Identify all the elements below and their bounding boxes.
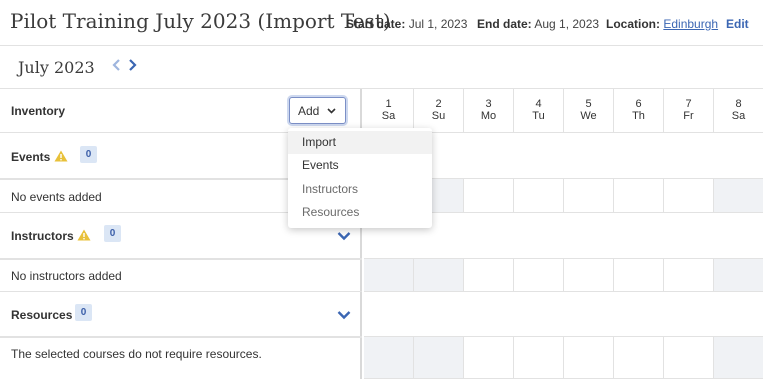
edit-link[interactable]: Edit [726, 17, 749, 31]
grid-cell[interactable] [714, 337, 763, 379]
instructors-label: Instructors [11, 229, 74, 243]
inventory-label: Inventory [11, 104, 66, 118]
day-number: 1 [385, 98, 392, 110]
day-of-week: Th [632, 110, 645, 122]
inventory-header-row: Inventory Add [0, 89, 362, 133]
grid-cell[interactable] [464, 259, 514, 292]
location-label: Location: [606, 17, 660, 31]
resources-label: Resources [11, 308, 73, 322]
warning-icon [77, 229, 91, 241]
chevron-right-icon[interactable] [127, 58, 137, 75]
grid-cell[interactable] [614, 337, 664, 379]
events-label: Events [11, 150, 51, 164]
chevron-down-icon [327, 108, 336, 114]
day-number: 4 [535, 98, 542, 110]
events-count-badge: 0 [80, 146, 97, 163]
grid-cell[interactable] [464, 179, 514, 213]
instructors-count-badge: 0 [104, 225, 121, 242]
grid-section-row [364, 292, 763, 337]
day-header: 1 Sa [364, 89, 414, 133]
events-empty-text: No events added [11, 190, 102, 204]
grid-cell[interactable] [614, 259, 664, 292]
day-of-week: Mo [480, 110, 497, 122]
menu-item-events[interactable]: Events [288, 154, 432, 177]
end-date-label: End date: [477, 17, 532, 31]
day-number: 6 [635, 98, 642, 110]
page-title: Pilot Training July 2023 (Import Test) [10, 9, 391, 33]
grid-cell[interactable] [664, 259, 714, 292]
day-header: 6 Th [614, 89, 664, 133]
day-of-week: We [580, 110, 597, 122]
grid-cell[interactable] [364, 337, 414, 379]
page-header: Pilot Training July 2023 (Import Test) S… [0, 0, 763, 46]
location-link[interactable]: Edinburgh [663, 17, 718, 31]
start-date-label: Start date: [346, 17, 406, 31]
day-header: 8 Sa [714, 89, 763, 133]
menu-item-instructors[interactable]: Instructors [288, 178, 432, 201]
resources-section-header[interactable]: Resources 0 [0, 292, 362, 337]
day-of-week: Tu [532, 110, 545, 122]
day-number: 3 [485, 98, 492, 110]
month-title: July 2023 [18, 58, 95, 77]
start-date: Start date: Jul 1, 2023 [346, 17, 467, 31]
day-header: 3 Mo [464, 89, 514, 133]
grid-cell[interactable] [614, 179, 664, 213]
resources-empty-text: The selected courses do not require reso… [11, 347, 262, 361]
day-of-week: Fr [683, 110, 694, 122]
day-number: 7 [685, 98, 692, 110]
start-date-value: Jul 1, 2023 [408, 17, 468, 31]
grid-cell[interactable] [564, 179, 614, 213]
day-header: 5 We [564, 89, 614, 133]
grid-cell[interactable] [464, 337, 514, 379]
resources-count-badge: 0 [75, 304, 92, 321]
month-bar: July 2023 [0, 46, 763, 89]
day-header: 7 Fr [664, 89, 714, 133]
day-number: 2 [435, 98, 442, 110]
warning-icon [54, 150, 68, 162]
day-header: 2 Su [414, 89, 464, 133]
menu-item-resources[interactable]: Resources [288, 201, 432, 224]
grid-cell[interactable] [414, 337, 464, 379]
resources-empty-row: The selected courses do not require reso… [0, 337, 362, 379]
chevron-down-icon[interactable] [337, 231, 351, 241]
grid-cell[interactable] [364, 259, 414, 292]
grid-cell[interactable] [564, 337, 614, 379]
day-number: 5 [585, 98, 592, 110]
grid-cell[interactable] [514, 259, 564, 292]
location: Location: Edinburgh [606, 17, 718, 31]
add-button-label: Add [298, 104, 320, 118]
grid-cell[interactable] [564, 259, 614, 292]
grid-cell[interactable] [414, 259, 464, 292]
instructors-empty-row: No instructors added [0, 259, 362, 292]
chevron-down-icon[interactable] [337, 310, 351, 320]
day-of-week: Su [431, 110, 446, 122]
day-number: 8 [735, 98, 742, 110]
grid-cell[interactable] [664, 337, 714, 379]
end-date: End date: Aug 1, 2023 [477, 17, 599, 31]
grid-cell[interactable] [714, 259, 763, 292]
grid-cell[interactable] [514, 337, 564, 379]
add-dropdown-menu: Import Events Instructors Resources [288, 128, 432, 228]
day-of-week: Sa [381, 110, 396, 122]
grid-cell[interactable] [514, 179, 564, 213]
chevron-left-icon[interactable] [112, 58, 122, 75]
grid-cell[interactable] [714, 179, 763, 213]
day-of-week: Sa [731, 110, 746, 122]
menu-item-import[interactable]: Import [288, 131, 432, 154]
end-date-value: Aug 1, 2023 [534, 17, 600, 31]
grid-cell[interactable] [664, 179, 714, 213]
add-button[interactable]: Add [289, 97, 346, 124]
day-header: 4 Tu [514, 89, 564, 133]
instructors-empty-text: No instructors added [11, 269, 122, 283]
